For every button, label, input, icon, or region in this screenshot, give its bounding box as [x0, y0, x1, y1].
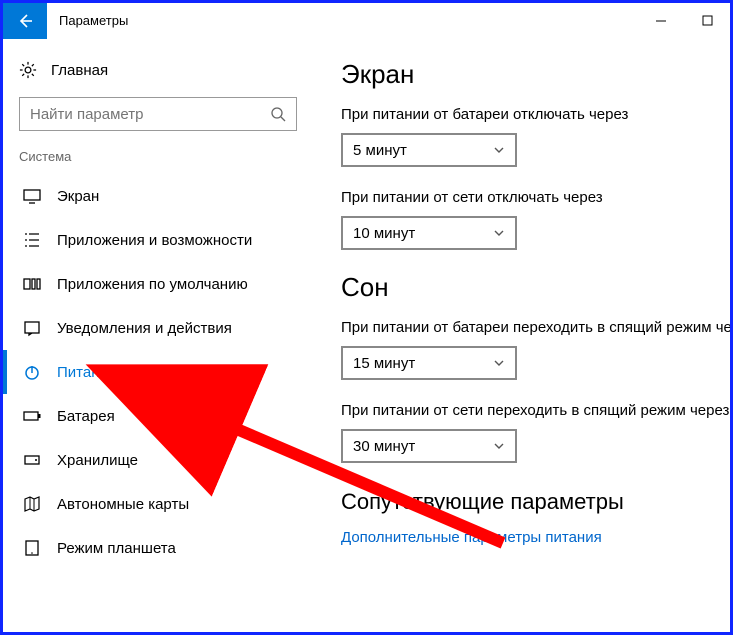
nav-item-battery[interactable]: Батарея	[3, 394, 313, 438]
home-nav[interactable]: Главная	[3, 53, 313, 91]
nav-label: Уведомления и действия	[57, 320, 232, 337]
search-input[interactable]	[30, 106, 270, 123]
maximize-icon	[702, 15, 713, 26]
list-icon	[23, 231, 41, 249]
window-title: Параметры	[59, 13, 128, 28]
sleep-heading: Сон	[341, 272, 722, 303]
arrow-left-icon	[17, 13, 33, 29]
maximize-button[interactable]	[684, 3, 730, 39]
monitor-icon	[23, 187, 41, 205]
minimize-button[interactable]	[638, 3, 684, 39]
screen-heading: Экран	[341, 59, 722, 90]
dropdown-value: 15 минут	[353, 355, 415, 372]
gear-icon	[19, 61, 37, 79]
nav-item-power-sleep[interactable]: Питание и спящий режим	[3, 350, 313, 394]
nav-item-display[interactable]: Экран	[3, 174, 313, 218]
notification-icon	[23, 319, 41, 337]
defaults-icon	[23, 275, 41, 293]
settings-window: Параметры Главная Система	[0, 0, 733, 635]
additional-power-link[interactable]: Дополнительные параметры питания	[341, 529, 722, 546]
battery-off-dropdown[interactable]: 5 минут	[341, 133, 517, 167]
chevron-down-icon	[493, 227, 505, 239]
nav-item-notifications[interactable]: Уведомления и действия	[3, 306, 313, 350]
dropdown-value: 30 минут	[353, 438, 415, 455]
content-area: Главная Система Экран Приложения и возмо…	[3, 39, 730, 632]
related-heading: Сопутствующие параметры	[341, 489, 722, 515]
chevron-down-icon	[493, 440, 505, 452]
nav-label: Батарея	[57, 408, 115, 425]
map-icon	[23, 495, 41, 513]
main-panel: Экран При питании от батареи отключать ч…	[313, 39, 730, 632]
nav-label: Питание и спящий режим	[57, 364, 235, 381]
nav-item-default-apps[interactable]: Приложения по умолчанию	[3, 262, 313, 306]
titlebar: Параметры	[3, 3, 730, 39]
plugged-sleep-dropdown[interactable]: 30 минут	[341, 429, 517, 463]
search-icon	[270, 106, 286, 122]
dropdown-value: 5 минут	[353, 142, 407, 159]
minimize-icon	[655, 15, 667, 27]
battery-sleep-label: При питании от батареи переходить в спящ…	[341, 319, 722, 336]
back-button[interactable]	[3, 3, 47, 39]
plugged-off-label: При питании от сети отключать через	[341, 189, 722, 206]
nav-item-apps[interactable]: Приложения и возможности	[3, 218, 313, 262]
battery-sleep-dropdown[interactable]: 15 минут	[341, 346, 517, 380]
storage-icon	[23, 451, 41, 469]
nav-label: Экран	[57, 188, 99, 205]
dropdown-value: 10 минут	[353, 225, 415, 242]
battery-icon	[23, 407, 41, 425]
nav-label: Автономные карты	[57, 496, 189, 513]
tablet-icon	[23, 539, 41, 557]
nav-label: Хранилище	[57, 452, 138, 469]
home-label: Главная	[51, 62, 108, 79]
battery-off-label: При питании от батареи отключать через	[341, 106, 722, 123]
sidebar: Главная Система Экран Приложения и возмо…	[3, 39, 313, 632]
nav-item-tablet-mode[interactable]: Режим планшета	[3, 526, 313, 570]
power-icon	[23, 363, 41, 381]
nav-label: Приложения и возможности	[57, 232, 252, 249]
plugged-sleep-label: При питании от сети переходить в спящий …	[341, 402, 722, 419]
category-label: Система	[3, 145, 313, 174]
nav-item-storage[interactable]: Хранилище	[3, 438, 313, 482]
nav-item-offline-maps[interactable]: Автономные карты	[3, 482, 313, 526]
nav-label: Приложения по умолчанию	[57, 276, 248, 293]
chevron-down-icon	[493, 144, 505, 156]
search-box[interactable]	[19, 97, 297, 131]
nav-list: Экран Приложения и возможности Приложени…	[3, 174, 313, 570]
nav-label: Режим планшета	[57, 540, 176, 557]
chevron-down-icon	[493, 357, 505, 369]
plugged-off-dropdown[interactable]: 10 минут	[341, 216, 517, 250]
